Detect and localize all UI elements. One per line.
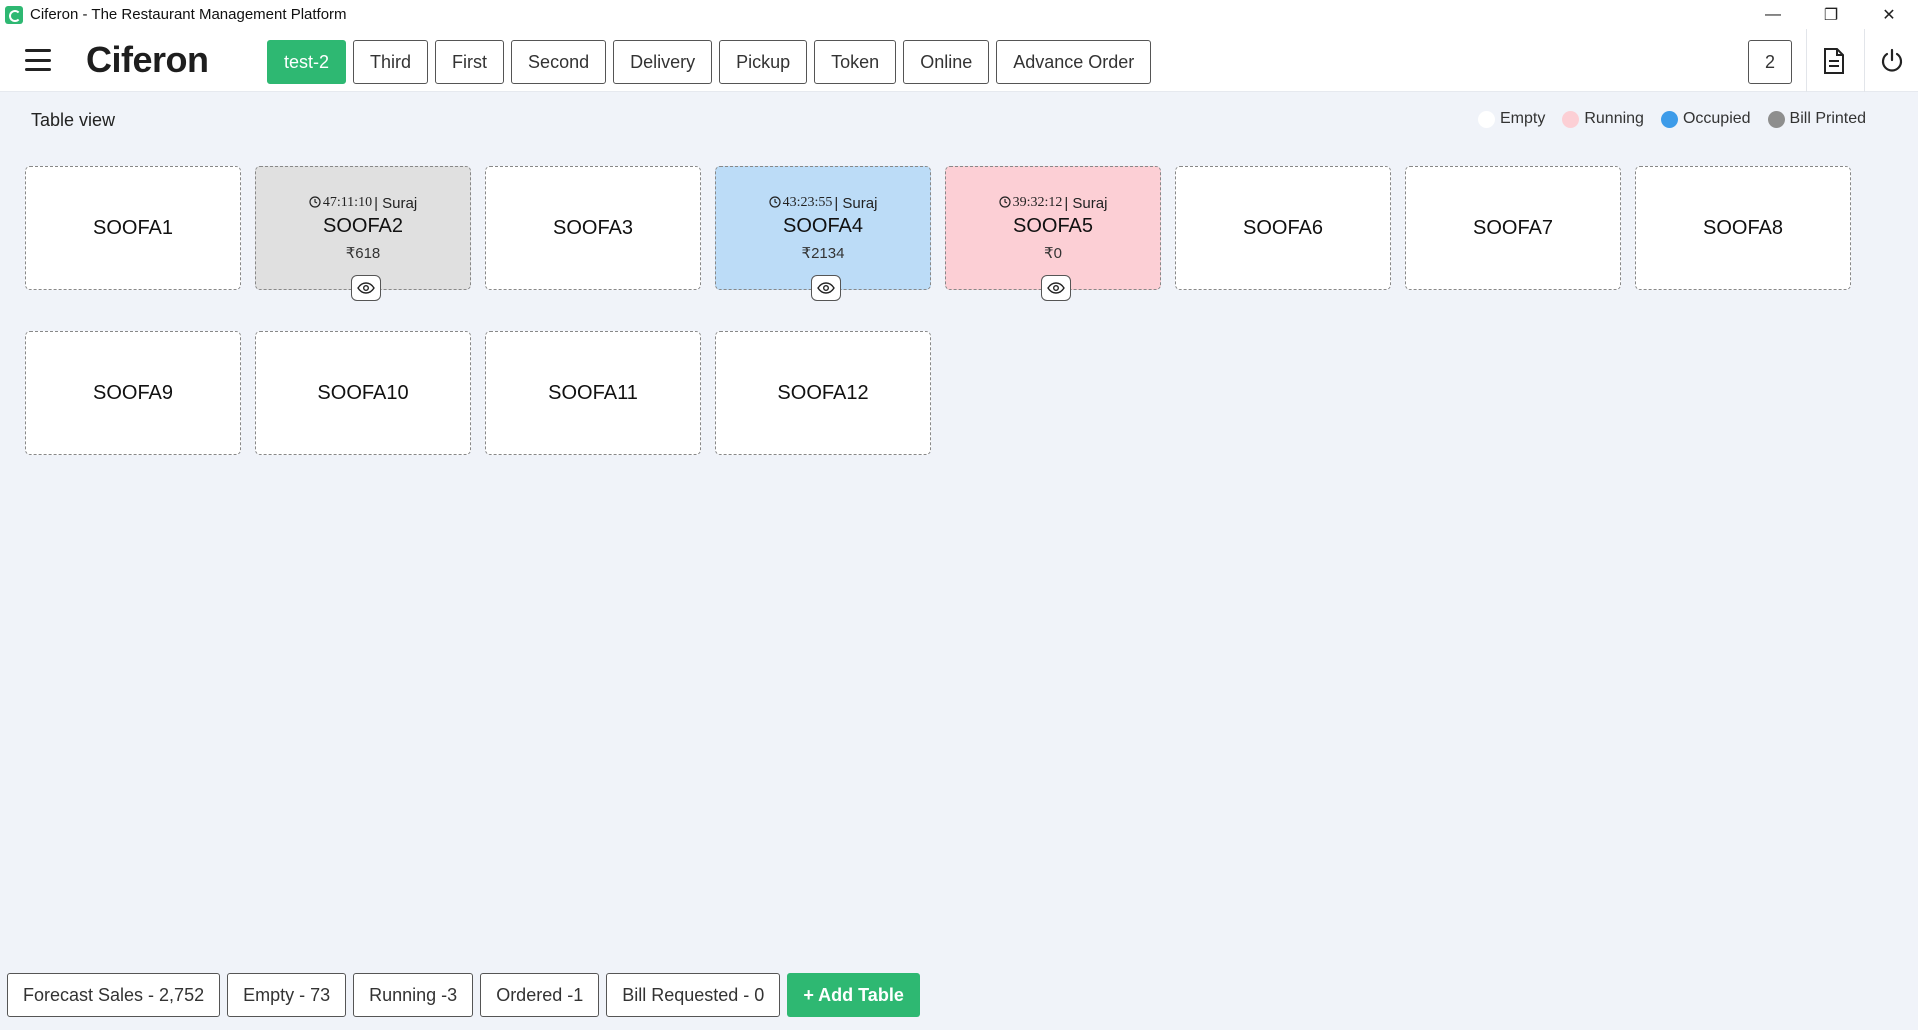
table-card-soofa9[interactable]: SOOFA9 — [25, 331, 241, 455]
restore-button[interactable]: ❐ — [1802, 0, 1860, 29]
legend-dot — [1767, 110, 1785, 128]
table-elapsed-time: 39:32:12 — [1012, 195, 1063, 210]
legend-label: Occupied — [1682, 110, 1751, 127]
table-name: SOOFA12 — [777, 381, 869, 404]
table-waiter-name: | Suraj — [834, 194, 878, 212]
tab-token[interactable]: Token — [814, 40, 897, 84]
view-order-eye-icon[interactable] — [811, 275, 841, 301]
footer-stat-1[interactable]: Empty - 73 — [227, 973, 347, 1017]
legend-item-occupied: Occupied — [1660, 110, 1751, 128]
footer-stats-bar: Forecast Sales - 2,752 Empty - 73 Running … — [7, 973, 920, 1017]
table-card-soofa7[interactable]: SOOFA7 — [1405, 166, 1621, 290]
table-name: SOOFA11 — [548, 381, 638, 404]
page-title: Table view — [31, 110, 116, 130]
table-card-soofa2[interactable]: 47:11:10 | Suraj SOOFA2 ₹618 — [255, 166, 471, 301]
legend-label: Bill Printed — [1789, 110, 1867, 127]
clock-icon — [768, 195, 781, 212]
table-elapsed-time: 47:11:10 — [322, 195, 373, 210]
table-name: SOOFA5 — [1012, 214, 1094, 237]
legend-label: Running — [1584, 110, 1644, 127]
table-card-soofa1[interactable]: SOOFA1 — [25, 166, 241, 290]
legend-dot — [1478, 110, 1495, 128]
table-amount: ₹2134 — [801, 244, 845, 262]
clock-icon — [998, 195, 1011, 212]
table-name: SOOFA3 — [552, 216, 634, 239]
legend-dot — [1562, 110, 1580, 128]
tab-online[interactable]: Online — [903, 40, 990, 84]
table-name: SOOFA1 — [92, 216, 174, 239]
footer-stat-2[interactable]: Running -3 — [353, 973, 474, 1017]
table-name: SOOFA10 — [317, 381, 409, 404]
app-logo-icon — [5, 5, 23, 24]
table-card-soofa5[interactable]: 39:32:12 | Suraj SOOFA5 ₹0 — [945, 166, 1161, 301]
table-name: SOOFA2 — [322, 214, 404, 237]
header-divider — [1806, 29, 1807, 92]
table-timer: 39:32:12 | Suraj — [998, 194, 1108, 212]
table-amount: ₹0 — [1044, 244, 1062, 262]
table-card-soofa11[interactable]: SOOFA11 — [485, 331, 701, 455]
app-header: Ciferon test-2 Third First Second Delivery Pi… — [0, 29, 1918, 92]
table-card-soofa10[interactable]: SOOFA10 — [255, 331, 471, 455]
table-card-soofa3[interactable]: SOOFA3 — [485, 166, 701, 290]
brand-logo: Ciferon — [86, 39, 209, 80]
tab-third[interactable]: Third — [353, 40, 429, 84]
table-waiter-name: | Suraj — [374, 194, 418, 212]
notification-count-button[interactable]: 2 — [1748, 40, 1792, 84]
table-card-soofa4[interactable]: 43:23:55 | Suraj SOOFA4 ₹2134 — [715, 166, 931, 301]
minimize-button[interactable]: — — [1744, 0, 1802, 29]
table-elapsed-time: 43:23:55 — [782, 195, 833, 210]
tab-pickup[interactable]: Pickup — [719, 40, 808, 84]
table-card-soofa8[interactable]: SOOFA8 — [1635, 166, 1851, 290]
table-timer: 43:23:55 | Suraj — [768, 194, 878, 212]
header-divider — [1864, 29, 1865, 92]
hamburger-menu-icon[interactable] — [25, 49, 51, 71]
table-waiter-name: | Suraj — [1064, 194, 1108, 212]
status-legend: Empty Running Occupied Bill Printed — [1478, 110, 1866, 128]
table-card-soofa6[interactable]: SOOFA6 — [1175, 166, 1391, 290]
table-name: SOOFA6 — [1242, 216, 1324, 239]
table-timer: 47:11:10 | Suraj — [309, 195, 417, 212]
add-table-button[interactable]: + Add Table — [787, 973, 920, 1017]
window-titlebar: Ciferon - The Restaurant Management Plat… — [0, 0, 1918, 29]
table-card-soofa12[interactable]: SOOFA12 — [715, 331, 931, 455]
legend-item-bill-printed: Bill Printed — [1767, 110, 1867, 128]
footer-stat-4[interactable]: Bill Requested - 0 — [606, 973, 781, 1017]
table-amount: ₹618 — [345, 244, 381, 262]
table-name: SOOFA9 — [92, 381, 174, 404]
legend-item-running: Running — [1562, 110, 1644, 128]
legend-label: Empty — [1500, 110, 1546, 127]
floor-tabs: test-2 Third First Second Delivery Pickup Toke… — [267, 40, 1152, 84]
tab-delivery[interactable]: Delivery — [613, 40, 713, 84]
legend-dot — [1660, 110, 1678, 128]
document-icon[interactable] — [1819, 46, 1849, 76]
view-order-eye-icon[interactable] — [351, 275, 381, 301]
footer-stat-3[interactable]: Ordered -1 — [480, 973, 600, 1017]
footer-stat-0[interactable]: Forecast Sales - 2,752 — [7, 973, 221, 1017]
view-order-eye-icon[interactable] — [1041, 275, 1071, 301]
tab-second[interactable]: Second — [511, 40, 607, 84]
window-title: Ciferon - The Restaurant Management Plat… — [30, 6, 347, 23]
table-name: SOOFA7 — [1472, 216, 1554, 239]
legend-item-empty: Empty — [1478, 110, 1545, 128]
power-icon[interactable] — [1877, 46, 1907, 76]
table-name: SOOFA8 — [1702, 216, 1784, 239]
close-button[interactable]: ✕ — [1860, 0, 1918, 29]
table-name: SOOFA4 — [782, 214, 864, 237]
tab-advance-order[interactable]: Advance Order — [996, 40, 1152, 84]
tab-test-2[interactable]: test-2 — [267, 40, 347, 84]
tab-first[interactable]: First — [435, 40, 505, 84]
window-controls: — ❐ ✕ — [1744, 0, 1918, 29]
clock-icon — [309, 195, 321, 212]
